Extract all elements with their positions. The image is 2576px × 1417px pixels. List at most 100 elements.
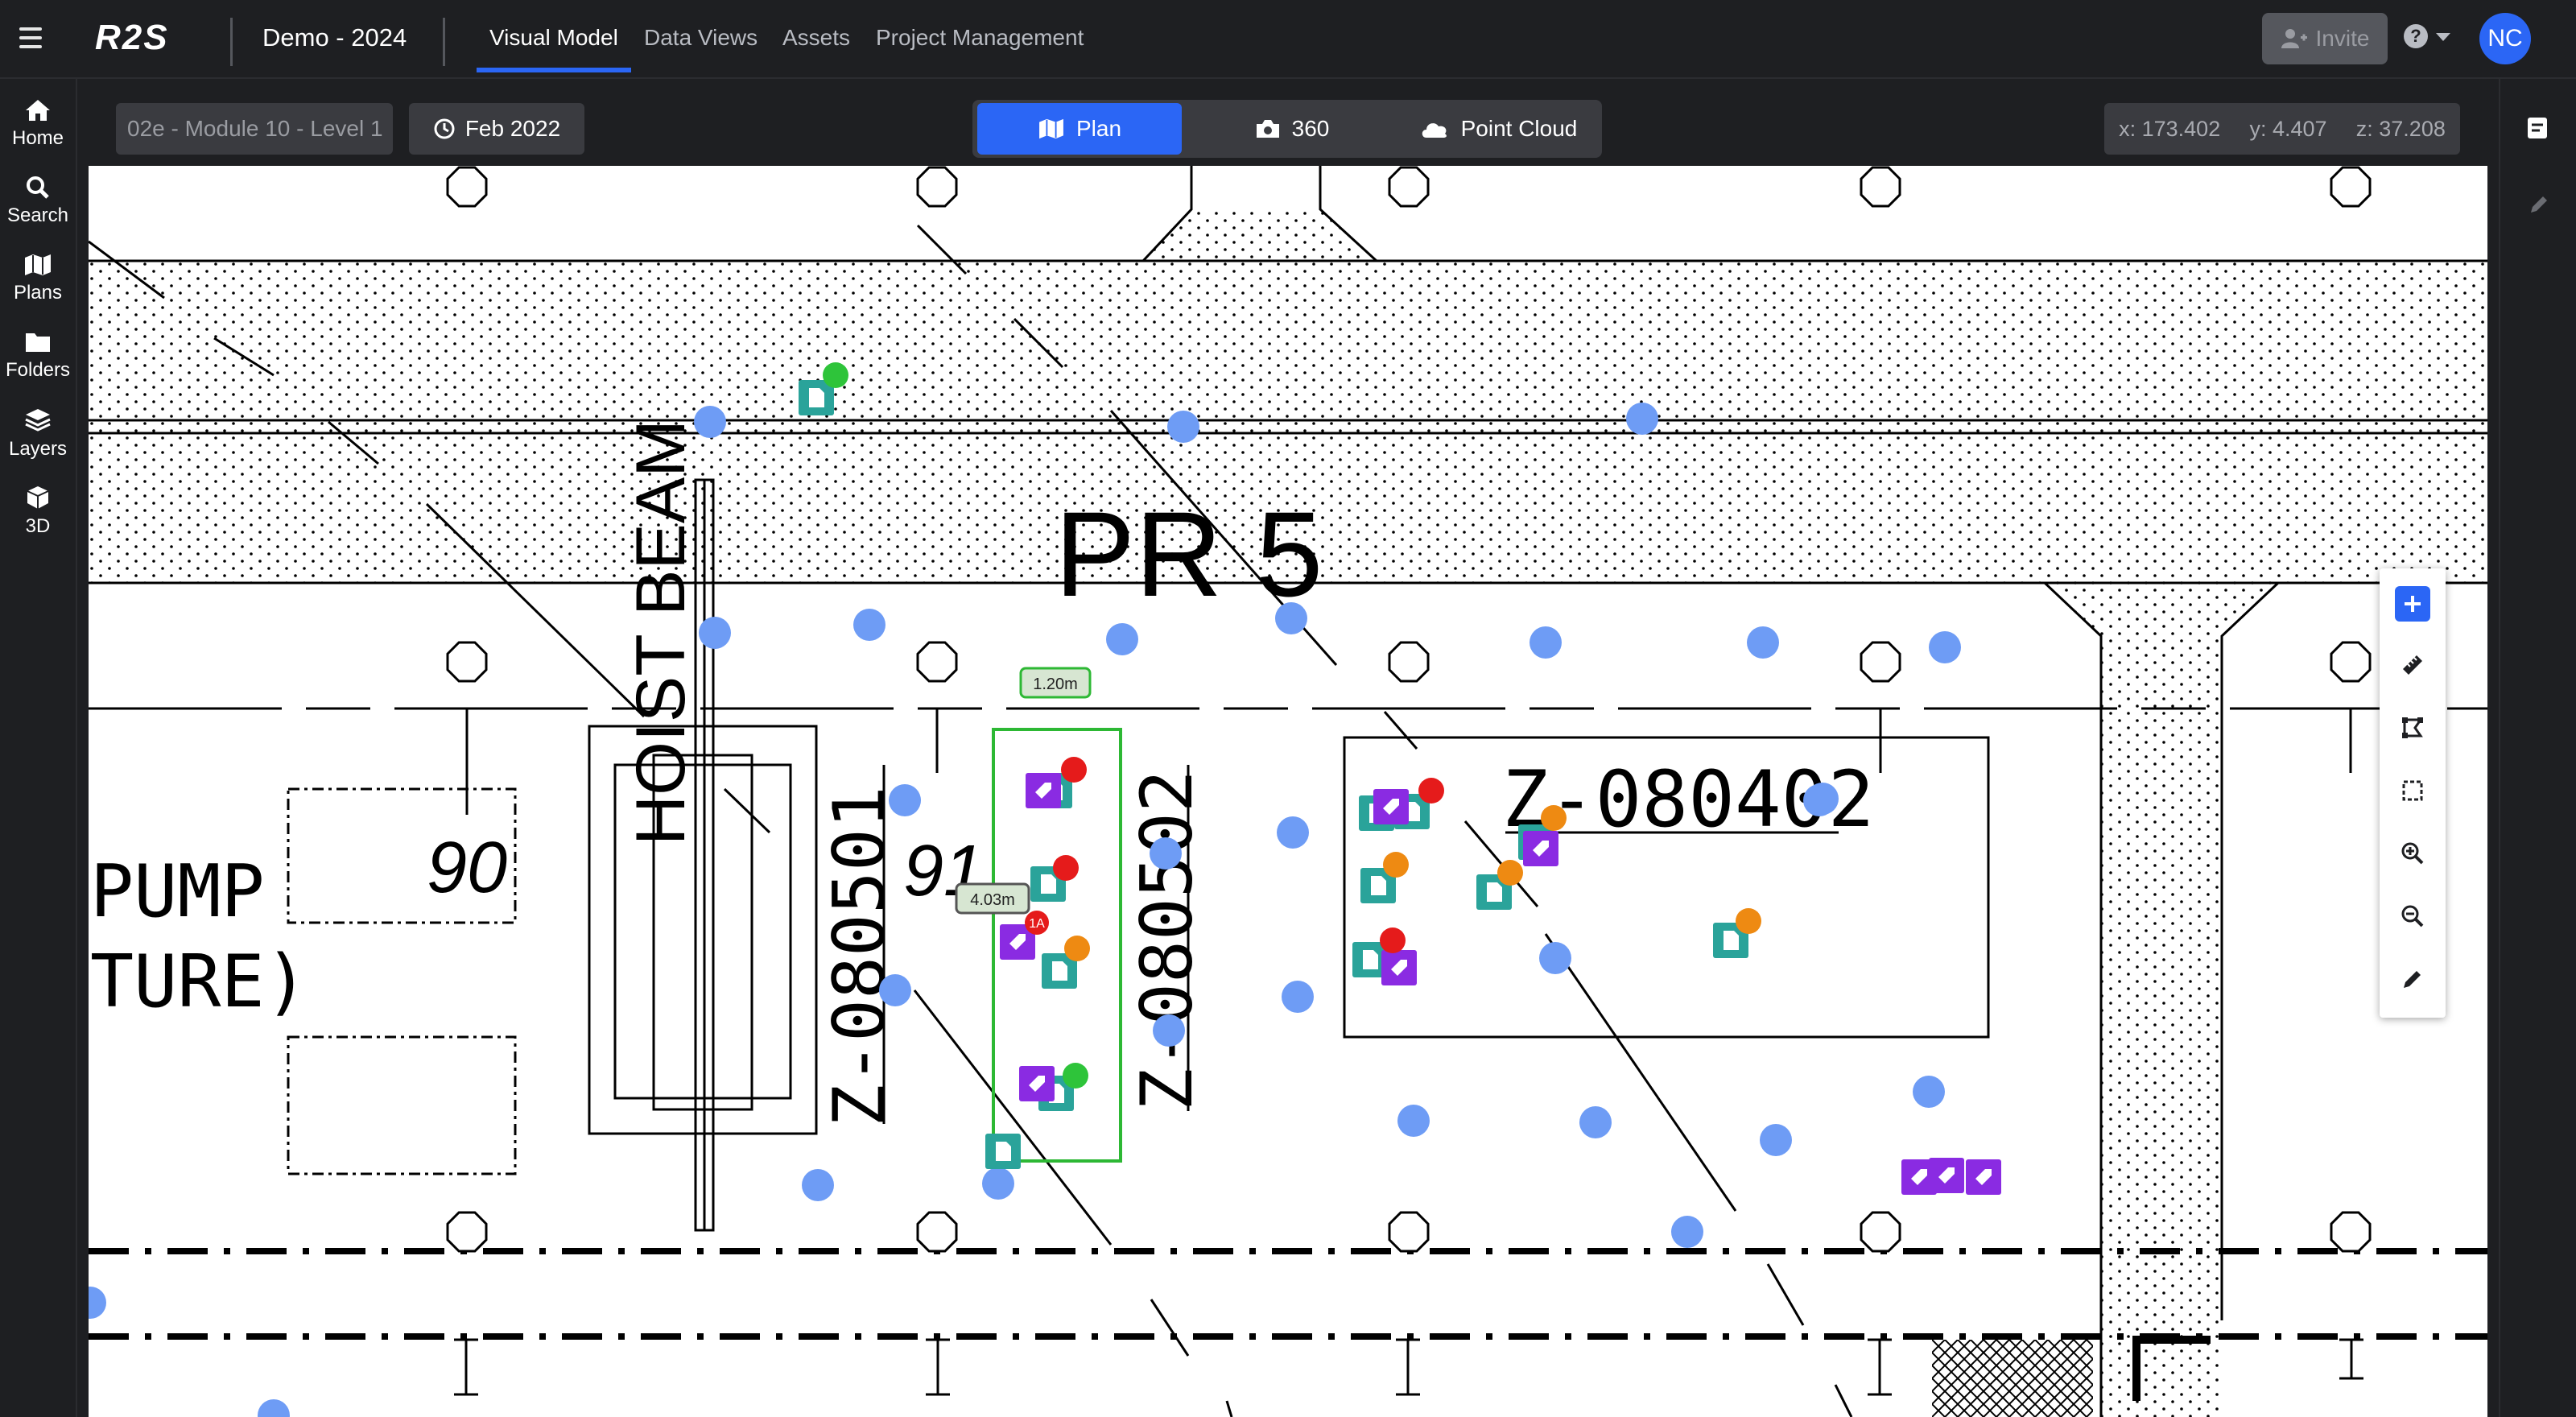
status-dot[interactable]	[1736, 908, 1761, 934]
add-button[interactable]	[2395, 586, 2430, 622]
draw-tool[interactable]	[2388, 955, 2437, 1003]
location-marker[interactable]	[1760, 1124, 1792, 1156]
location-marker[interactable]	[1806, 783, 1839, 815]
location-marker[interactable]	[1539, 942, 1571, 974]
location-marker[interactable]	[1153, 1014, 1185, 1047]
sidebar-item-search[interactable]: Search	[0, 176, 76, 227]
tab-assets[interactable]: Assets	[782, 25, 850, 51]
top-bar: R2S Demo - 2024 Visual Model Data Views …	[0, 0, 2576, 79]
location-marker[interactable]	[802, 1169, 834, 1201]
sidebar-item-folders[interactable]: Folders	[0, 330, 76, 382]
tag-marker[interactable]	[1026, 773, 1061, 808]
plan-canvas[interactable]: PR 5 HOIST BEAM Z-080501 Z-080502 Z-0804…	[89, 166, 2487, 1417]
location-marker[interactable]	[853, 609, 886, 641]
app-logo[interactable]: R2S	[95, 18, 169, 58]
location-marker[interactable]	[1530, 626, 1562, 659]
status-dot[interactable]	[1053, 855, 1079, 881]
ruler-tool[interactable]	[2388, 641, 2437, 689]
project-title[interactable]: Demo - 2024	[262, 23, 407, 52]
location-marker[interactable]	[982, 1167, 1014, 1200]
tag-marker[interactable]	[1373, 789, 1409, 824]
document-icon	[1363, 950, 1378, 969]
location-marker[interactable]	[694, 406, 726, 438]
location-marker[interactable]	[89, 1287, 106, 1319]
area-measure-tool[interactable]	[2388, 704, 2437, 752]
document-icon	[1487, 882, 1502, 902]
sidebar-item-label: Plans	[13, 282, 63, 304]
edit-icon[interactable]	[2528, 193, 2550, 216]
tag-marker[interactable]	[1929, 1158, 1964, 1193]
marker-badge[interactable]: 1A	[1025, 911, 1049, 935]
column-marker	[916, 1211, 958, 1253]
sidebar-item-home[interactable]: Home	[0, 98, 76, 150]
status-dot[interactable]	[1064, 936, 1090, 961]
plan-label-90: 90	[427, 828, 507, 908]
avatar[interactable]: NC	[2479, 13, 2531, 64]
status-dot[interactable]	[823, 362, 848, 388]
sidebar-item-plans[interactable]: Plans	[0, 253, 76, 304]
folder-icon	[26, 333, 50, 352]
sidebar-item-3d[interactable]: 3D	[0, 485, 76, 538]
status-dot[interactable]	[1418, 778, 1444, 804]
location-marker[interactable]	[1397, 1105, 1430, 1137]
status-dot[interactable]	[1383, 852, 1409, 878]
coordinate-readout: x: 173.402 y: 4.407 z: 37.208	[2104, 103, 2460, 155]
location-marker[interactable]	[1282, 981, 1314, 1013]
zoom-in-button[interactable]	[2388, 829, 2437, 878]
status-dot[interactable]	[1541, 805, 1567, 831]
tab-data-views[interactable]: Data Views	[644, 25, 758, 51]
tag-marker[interactable]	[1523, 831, 1558, 866]
location-marker[interactable]	[1277, 816, 1309, 849]
location-marker[interactable]	[699, 617, 731, 649]
zoom-out-button[interactable]	[2388, 892, 2437, 940]
location-marker[interactable]	[1913, 1076, 1945, 1108]
view-mode-label: Plan	[1075, 116, 1122, 141]
tag-marker[interactable]	[1019, 1066, 1055, 1101]
view-mode-point-cloud[interactable]: Point Cloud	[1399, 103, 1597, 155]
view-mode-360[interactable]: 360	[1191, 103, 1393, 155]
location-marker[interactable]	[1579, 1106, 1612, 1138]
add-icon	[2405, 596, 2421, 612]
location-marker[interactable]	[879, 974, 911, 1006]
location-marker[interactable]	[1626, 403, 1658, 435]
tag-marker[interactable]	[1381, 950, 1417, 985]
document-icon	[996, 1142, 1011, 1161]
view-mode-plan[interactable]: Plan	[977, 103, 1182, 155]
location-marker[interactable]	[1275, 602, 1307, 634]
tab-visual-model[interactable]: Visual Model	[489, 25, 618, 51]
add-user-icon	[2281, 29, 2307, 48]
status-dot[interactable]	[1497, 860, 1523, 886]
notes-icon[interactable]	[2526, 116, 2549, 140]
chevron-down-icon[interactable]	[2436, 33, 2450, 41]
date-select[interactable]: Feb 2022	[409, 103, 584, 155]
select-area-tool[interactable]	[2388, 766, 2437, 815]
location-marker[interactable]	[1150, 837, 1182, 870]
invite-button[interactable]: Invite	[2262, 13, 2388, 64]
status-dot[interactable]	[1061, 757, 1087, 783]
measurement-label-top[interactable]: 1.20m	[1019, 667, 1092, 699]
location-marker[interactable]	[1671, 1216, 1703, 1248]
map-icon	[1039, 118, 1063, 139]
location-marker[interactable]	[1929, 631, 1961, 663]
level-select[interactable]: 02e - Module 10 - Level 1	[116, 103, 393, 155]
status-dot[interactable]	[1063, 1063, 1088, 1089]
cube-icon	[27, 486, 49, 509]
location-marker[interactable]	[1167, 411, 1199, 443]
measurement-label-side[interactable]: 4.03m	[955, 882, 1030, 915]
location-marker[interactable]	[1106, 623, 1138, 655]
view-mode-label: Point Cloud	[1460, 116, 1578, 141]
ruler-icon	[2403, 655, 2422, 675]
coord-z: z: 37.208	[2355, 116, 2446, 141]
status-dot[interactable]	[1380, 927, 1406, 953]
search-icon	[27, 176, 49, 199]
tab-project-management[interactable]: Project Management	[876, 25, 1084, 51]
location-marker[interactable]	[258, 1399, 290, 1417]
sidebar-item-layers[interactable]: Layers	[0, 407, 76, 461]
document-marker[interactable]	[985, 1134, 1021, 1169]
help-icon[interactable]: ?	[2404, 24, 2428, 48]
document-icon	[1724, 931, 1739, 950]
location-marker[interactable]	[1747, 626, 1779, 659]
location-marker[interactable]	[889, 784, 921, 816]
tag-marker[interactable]	[1966, 1159, 2001, 1195]
hamburger-menu-icon[interactable]	[19, 27, 42, 48]
